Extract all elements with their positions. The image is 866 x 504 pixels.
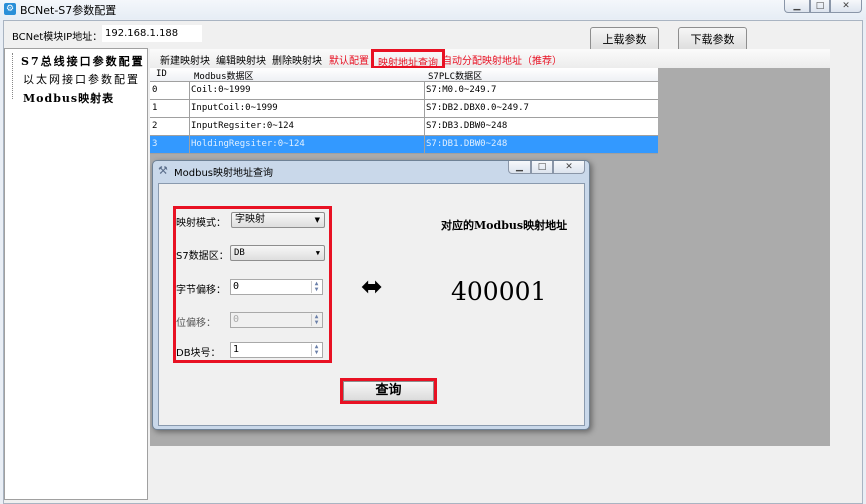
header-modbus: Modbus数据区 <box>194 72 254 82</box>
ip-bar: BCNet模块IP地址： 192.168.1.188 <box>6 24 606 44</box>
query-dialog: ⚒ Modbus映射地址查询 ▁ □ ✕ 映射模式： 字映射 ▼ S7数据区： D… <box>152 160 590 430</box>
window-title: BCNet-S7参数配置 <box>20 4 117 17</box>
ip-input[interactable]: 192.168.1.188 <box>102 25 202 42</box>
area-label: S7数据区： <box>176 251 229 262</box>
delete-map-block-button[interactable]: 删除映射块 <box>272 52 322 67</box>
table-row-selected[interactable]: 3 HoldingRegsiter:0~124 S7:DB1.DBW0~248 <box>150 136 658 154</box>
map-address-query-button[interactable]: 映射地址查询 <box>371 49 445 69</box>
dialog-minimize-button[interactable]: ▁ <box>508 161 531 174</box>
ip-label: BCNet模块IP地址： <box>12 32 103 43</box>
byte-offset-spinner[interactable]: 0 ▲ ▼ <box>230 279 323 295</box>
bit-offset-label: 位偏移： <box>176 318 216 329</box>
toolbar: 新建映射块 编辑映射块 删除映射块 默认配置 映射地址查询 自动分配映射地址（推… <box>150 49 830 69</box>
header-s7: S7PLC数据区 <box>428 72 483 82</box>
db-number-spinner[interactable]: 1 ▲ ▼ <box>230 342 323 358</box>
dialog-title: Modbus映射地址查询 <box>174 168 273 179</box>
wrench-icon: ⚒ <box>158 164 168 177</box>
area-select[interactable]: DB ▼ <box>230 245 325 261</box>
app-icon: ⚙ <box>4 3 16 15</box>
chevron-down-icon: ▼ <box>315 249 320 257</box>
table-row[interactable]: 2 InputRegsiter:0~124 S7:DB3.DBW0~248 <box>150 118 658 136</box>
dialog-maximize-button[interactable]: □ <box>531 161 553 174</box>
result-value: 400001 <box>451 277 547 306</box>
minimize-button[interactable]: ▁ <box>784 0 810 13</box>
new-map-block-button[interactable]: 新建映射块 <box>160 52 210 67</box>
tree-item-modbus-map[interactable]: Modbus映射表 <box>23 90 114 106</box>
query-button[interactable]: 查询 <box>343 381 434 401</box>
chevron-down-icon: ▼ <box>314 216 320 224</box>
default-config-button[interactable]: 默认配置 <box>329 52 369 67</box>
edit-map-block-button[interactable]: 编辑映射块 <box>216 52 266 67</box>
tree-item-ethernet[interactable]: 以太网接口参数配置 <box>23 71 140 87</box>
table-header: ID Modbus数据区 S7PLC数据区 <box>150 68 658 82</box>
db-number-label: DB块号： <box>176 348 221 359</box>
close-button[interactable]: ✕ <box>830 0 862 13</box>
mode-select[interactable]: 字映射 ▼ <box>231 212 325 228</box>
result-label: 对应的Modbus映射地址 <box>441 219 568 232</box>
nav-tree: S7总线接口参数配置 以太网接口参数配置 Modbus映射表 <box>4 48 148 500</box>
header-id: ID <box>156 69 167 79</box>
tree-item-s7-bus[interactable]: S7总线接口参数配置 <box>21 53 145 69</box>
maximize-button[interactable]: □ <box>810 0 830 13</box>
bit-offset-spinner: 0 ▲ ▼ <box>230 312 323 328</box>
table-row[interactable]: 0 Coil:0~1999 S7:M0.0~249.7 <box>150 82 658 100</box>
dialog-close-button[interactable]: ✕ <box>553 161 585 174</box>
table-row[interactable]: 1 InputCoil:0~1999 S7:DB2.DBX0.0~249.7 <box>150 100 658 118</box>
auto-assign-button[interactable]: 自动分配映射地址（推荐） <box>442 52 562 67</box>
mode-label: 映射模式： <box>176 218 226 229</box>
dialog-body: 映射模式： 字映射 ▼ S7数据区： DB ▼ 字节偏移： 0 ▲ ▼ 位偏移： 0 ▲ ▼… <box>158 183 585 426</box>
query-highlight: 查询 <box>340 378 437 404</box>
byte-offset-label: 字节偏移： <box>176 285 226 296</box>
title-bar: ⚙ BCNet-S7参数配置 ▁ □ ✕ <box>0 0 866 19</box>
bidirectional-arrow-icon: ⬌ <box>361 272 383 302</box>
